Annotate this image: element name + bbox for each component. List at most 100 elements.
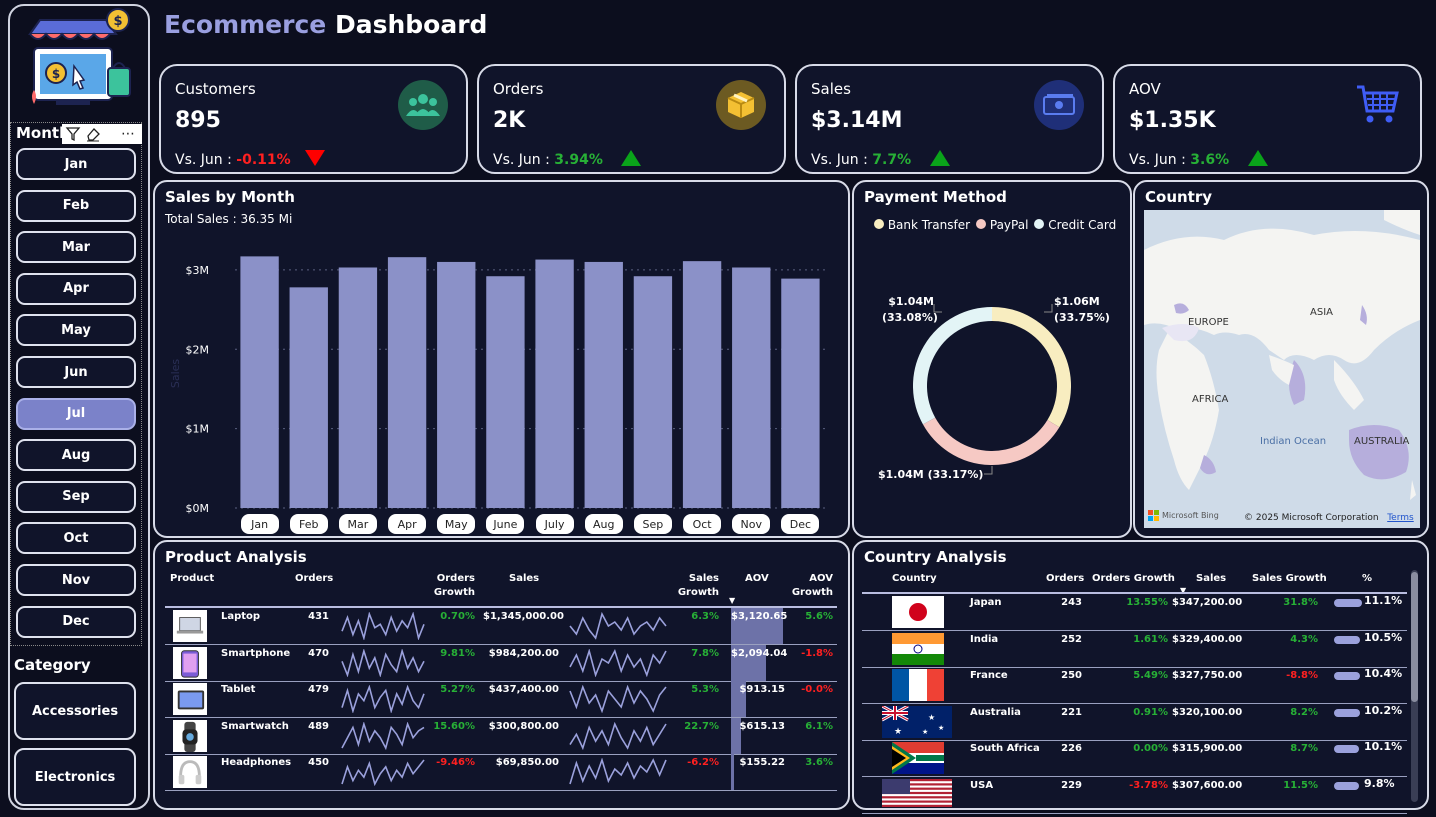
- orders-growth-value: -3.78%: [1129, 780, 1168, 791]
- month-button-nov[interactable]: Nov: [16, 564, 136, 596]
- microsoft-logo-icon: [1148, 510, 1159, 521]
- filter-icon[interactable]: [65, 126, 81, 142]
- donut-slice[interactable]: [913, 307, 993, 425]
- column-header[interactable]: Orders Growth: [431, 572, 475, 600]
- table-row[interactable]: Smartwatch 489 15.60% $300,800.00 22.7% $615.…: [155, 717, 848, 755]
- bar[interactable]: [240, 256, 279, 508]
- sales-growth-value: 8.7%: [1290, 743, 1318, 755]
- donut-slice[interactable]: [922, 417, 1060, 465]
- column-header[interactable]: Sales Growth: [1252, 572, 1327, 586]
- product-table: Product Orders Orders Growth Sales Sales…: [155, 542, 848, 808]
- month-button-feb[interactable]: Feb: [16, 189, 136, 222]
- bar[interactable]: [584, 261, 623, 508]
- scrollbar-thumb[interactable]: [1411, 572, 1418, 702]
- table-row[interactable]: USA 229 -3.78% $307,600.00 11.5% 9.8%: [854, 777, 1407, 814]
- table-row[interactable]: Tablet 479 5.27% $437,400.00 5.3% $913.15 -0.0…: [155, 681, 848, 718]
- more-icon[interactable]: ⋯: [121, 127, 135, 141]
- map-copyright: © 2025 Microsoft Corporation Terms: [1244, 513, 1414, 523]
- product-name: Smartwatch: [221, 720, 289, 732]
- bar[interactable]: [781, 278, 820, 508]
- month-button-apr[interactable]: Apr: [16, 272, 136, 305]
- bar[interactable]: [338, 267, 378, 508]
- column-header[interactable]: Sales: [509, 572, 539, 586]
- sales-by-month-panel: Sales by Month Total Sales : 36.35 Mi Sa…: [153, 180, 850, 538]
- column-header[interactable]: Orders: [1046, 572, 1084, 586]
- aov-value: $3,120.65: [731, 611, 788, 622]
- vertical-scrollbar[interactable]: [1411, 570, 1418, 802]
- category-accessories-button[interactable]: Accessories: [14, 682, 136, 740]
- bar[interactable]: [633, 276, 673, 508]
- month-button-jan[interactable]: Jan: [16, 148, 136, 180]
- map-label-australia: AUSTRALIA: [1354, 436, 1410, 447]
- month-button-sep[interactable]: Sep: [16, 480, 136, 513]
- donut-slice[interactable]: [991, 307, 1071, 428]
- column-header[interactable]: Sales Growth: [675, 572, 719, 600]
- slicer-header-icons: ⋯: [62, 124, 142, 144]
- kpi-cmp-prefix: Vs. Jun :: [1129, 152, 1186, 168]
- sales-value: $315,900.00: [1172, 743, 1243, 755]
- sales-growth-value: 7.8%: [691, 647, 719, 659]
- bar[interactable]: [486, 276, 525, 508]
- sales-value: $300,800.00: [488, 720, 559, 732]
- month-button-mar[interactable]: Mar: [16, 231, 136, 264]
- month-button-jun[interactable]: Jun: [16, 356, 136, 388]
- column-header[interactable]: Product: [170, 572, 214, 586]
- bar[interactable]: [682, 261, 722, 508]
- month-button-jul[interactable]: Jul: [16, 397, 136, 430]
- product-name: Smartphone: [221, 647, 291, 659]
- column-header[interactable]: AOV: [745, 572, 769, 586]
- table-row[interactable]: South Africa 226 0.00% $315,900.00 8.7% 10.1%: [854, 740, 1407, 778]
- column-header[interactable]: Country: [892, 572, 937, 586]
- column-header[interactable]: Sales: [1196, 572, 1226, 586]
- map-label-europe: EUROPE: [1188, 317, 1229, 328]
- orders-value: 489: [308, 720, 329, 732]
- aov-value: $615.13: [739, 720, 785, 732]
- sales-value: $69,850.00: [495, 757, 559, 768]
- month-button-dec[interactable]: Dec: [16, 605, 136, 638]
- india-flag-icon: [892, 632, 944, 665]
- sales-growth-value: 8.2%: [1290, 706, 1318, 718]
- category-electronics-button[interactable]: Electronics: [14, 748, 136, 806]
- month-button-oct[interactable]: Oct: [16, 522, 136, 555]
- column-header[interactable]: Orders: [295, 572, 333, 586]
- bar[interactable]: [387, 257, 427, 508]
- orders-growth-value: 0.70%: [440, 611, 475, 622]
- eraser-icon[interactable]: [85, 126, 101, 142]
- table-row[interactable]: France 250 5.49% $327,750.00 -8.8% 10.4%: [854, 667, 1407, 705]
- product-name: Headphones: [221, 757, 292, 768]
- terms-link[interactable]: Terms: [1387, 513, 1414, 523]
- bar[interactable]: [437, 261, 476, 508]
- sales-growth-value: 5.3%: [691, 684, 719, 695]
- copyright-text: © 2025 Microsoft Corporation: [1244, 513, 1379, 523]
- month-button-aug[interactable]: Aug: [16, 439, 136, 472]
- sales-value: $347,200.00: [1172, 597, 1243, 608]
- column-header[interactable]: AOV Growth: [789, 572, 833, 600]
- aov-growth-value: 5.6%: [805, 611, 833, 622]
- column-header[interactable]: Orders Growth: [1092, 572, 1175, 586]
- bar[interactable]: [732, 267, 771, 508]
- table-row[interactable]: India 252 1.61% $329,400.00 4.3% 10.5%: [854, 631, 1407, 668]
- bar[interactable]: [289, 287, 328, 508]
- table-row[interactable]: Headphones 450 -9.46% $69,850.00 -6.2% $155.2…: [155, 754, 848, 791]
- aov-value: $2,094.04: [731, 647, 788, 659]
- month-button-may[interactable]: May: [16, 314, 136, 347]
- aov-growth-value: 3.6%: [805, 757, 833, 768]
- orders-value: 450: [308, 757, 329, 768]
- table-row[interactable]: Smartphone 470 9.81% $984,200.00 7.8% $2,094.…: [155, 644, 848, 682]
- column-header[interactable]: %: [1362, 572, 1372, 586]
- kpi-cmp-prefix: Vs. Jun :: [811, 152, 868, 168]
- up-arrow-icon: [621, 150, 642, 170]
- up-arrow-icon: [929, 150, 950, 170]
- x-tick-label: Aug: [584, 514, 623, 534]
- table-row[interactable]: Laptop 431 0.70% $1,345,000.00 6.3% $3,120.65…: [155, 608, 848, 645]
- orders-growth-value: 9.81%: [440, 647, 475, 659]
- svg-text:$: $: [52, 67, 60, 81]
- share-value: 10.2%: [1364, 703, 1403, 717]
- table-row[interactable]: Japan 243 13.55% $347,200.00 31.8% 11.1%: [854, 594, 1407, 631]
- table-row[interactable]: ★ ★ ★ ★ Australia 221 0.91% $320,100.00 8.2% 10.2…: [854, 703, 1407, 741]
- aov-growth-value: -0.0%: [801, 684, 833, 695]
- slice-label-paypal: $1.04M (33.17%): [878, 468, 984, 481]
- world-map[interactable]: EUROPE ASIA AFRICA Indian Ocean AUSTRALI…: [1144, 210, 1420, 528]
- kpi-comparison: Vs. Jun : 3.6%: [1129, 150, 1268, 170]
- bar[interactable]: [535, 259, 574, 508]
